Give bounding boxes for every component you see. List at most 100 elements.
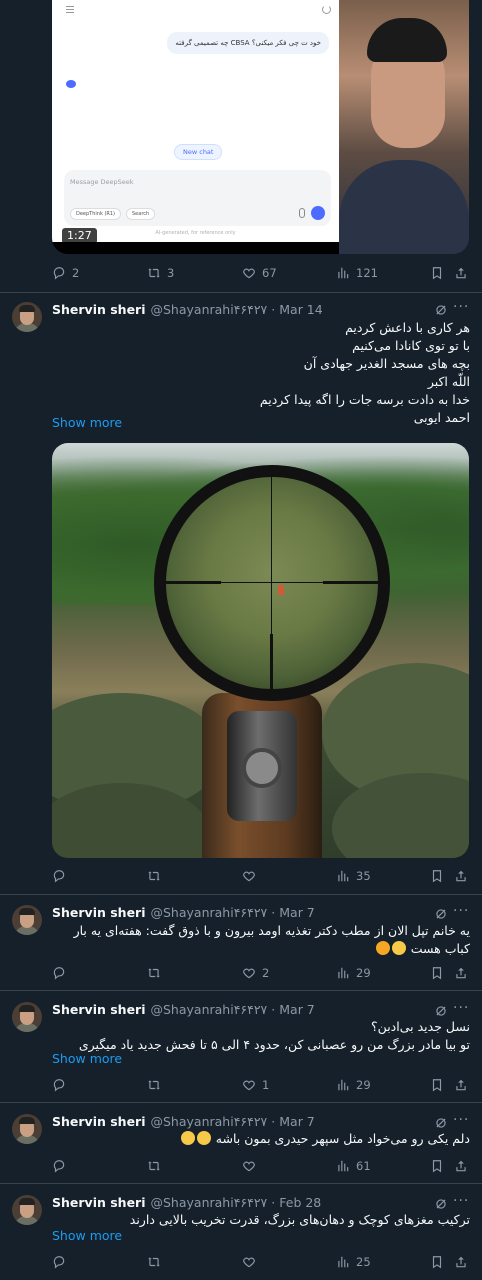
author-name[interactable]: Shervin sheri [52,1002,146,1017]
reply-icon [52,1159,66,1173]
tweet-date[interactable]: Feb 28 [279,1195,321,1210]
more-icon[interactable]: ··· [453,904,471,920]
author-name[interactable]: Shervin sheri [52,1195,146,1210]
author-name[interactable]: Shervin sheri [52,302,146,317]
divider [0,990,482,991]
like-button[interactable]: 2 [242,963,269,983]
share-button[interactable] [454,1252,468,1272]
share-button[interactable] [454,1075,468,1095]
views-button[interactable]: 121 [336,263,378,283]
views-button[interactable]: 29 [336,963,371,983]
views-icon [336,1078,350,1092]
grok-icon[interactable] [434,1003,448,1017]
retweet-count: 3 [167,266,175,280]
bookmark-icon [430,1159,444,1173]
like-button[interactable]: 67 [242,263,277,283]
share-icon [454,966,468,980]
reply-button[interactable]: 2 [52,263,79,283]
deepthink-chip: DeepThink (R1) [70,208,121,220]
views-icon [336,869,350,883]
show-more-link[interactable]: Show more [52,1051,122,1066]
like-count: 67 [262,266,277,280]
separator-dot: · [271,301,276,317]
like-button[interactable] [242,1252,262,1272]
views-count: 35 [356,869,371,883]
tweet-actions: 2 29 [52,963,472,983]
separator-dot: · [271,1194,276,1210]
views-button[interactable]: 35 [336,866,371,886]
more-icon[interactable]: ··· [453,1113,471,1129]
avatar[interactable] [12,302,42,332]
grok-icon[interactable] [434,1115,448,1129]
bookmark-icon [430,869,444,883]
author-handle[interactable]: @Shayanrahi۴۶۴۲۷ [151,905,268,920]
bookmark-button[interactable] [430,263,444,283]
share-button[interactable] [454,963,468,983]
divider [0,1183,482,1184]
author-handle[interactable]: @Shayanrahi۴۶۴۲۷ [151,1002,268,1017]
video-media[interactable]: خود ت چی فکر میکنی؟ CBSA چه تصمیمی گرفته… [52,0,469,254]
tweet-actions: 35 [52,866,472,886]
views-count: 61 [356,1159,371,1173]
author-handle[interactable]: @Shayanrahi۴۶۴۲۷ [151,1195,268,1210]
show-more-link[interactable]: Show more [52,415,122,430]
deepseek-screenshot: خود ت چی فکر میکنی؟ CBSA چه تصمیمی گرفته… [52,0,339,242]
retweet-button[interactable] [147,1156,167,1176]
tweet-date[interactable]: Mar 7 [279,1114,315,1129]
attach-icon [299,208,305,218]
author-name[interactable]: Shervin sheri [52,1114,146,1129]
reply-button[interactable] [52,1156,72,1176]
divider [0,292,482,293]
reply-button[interactable] [52,1252,72,1272]
tweet-date[interactable]: Mar 14 [279,302,322,317]
reply-button[interactable] [52,1075,72,1095]
retweet-button[interactable] [147,1252,167,1272]
bookmark-button[interactable] [430,1252,444,1272]
author-handle[interactable]: @Shayanrahi۴۶۴۲۷ [151,1114,268,1129]
author-handle[interactable]: @Shayanrahi۴۶۴۲۷ [151,302,268,317]
avatar[interactable] [12,1195,42,1225]
like-button[interactable] [242,866,262,886]
tweet-text: نسل جدید بی‌ادبن؟ تو بیا مادر بزرگ من رو… [78,1019,470,1052]
bookmark-button[interactable] [430,1156,444,1176]
share-button[interactable] [454,866,468,886]
grok-icon[interactable] [434,302,448,316]
rifle-scope-image[interactable] [52,443,469,858]
more-icon[interactable]: ··· [453,1194,471,1210]
avatar[interactable] [12,1002,42,1032]
views-button[interactable]: 61 [336,1156,371,1176]
retweet-button[interactable] [147,963,167,983]
views-button[interactable]: 25 [336,1252,371,1272]
author-name[interactable]: Shervin sheri [52,905,146,920]
heart-eyes-emoji-icon [375,941,390,955]
reply-button[interactable] [52,963,72,983]
views-button[interactable]: 29 [336,1075,371,1095]
reply-icon [52,966,66,980]
deepseek-logo-icon [66,80,76,88]
avatar[interactable] [12,1114,42,1144]
bookmark-button[interactable] [430,963,444,983]
like-button[interactable] [242,1156,262,1176]
reply-button[interactable] [52,866,72,886]
avatar[interactable] [12,905,42,935]
more-icon[interactable]: ··· [453,1001,471,1017]
bookmark-button[interactable] [430,1075,444,1095]
tweet-text: یه خانم تپل الان از مطب دکتر تغذیه اومد … [52,922,470,958]
retweet-button[interactable] [147,1075,167,1095]
tweet-date[interactable]: Mar 7 [279,905,315,920]
share-button[interactable] [454,263,468,283]
reply-icon [52,266,66,280]
like-button[interactable]: 1 [242,1075,269,1095]
separator-dot: · [271,1113,276,1129]
tweet-date[interactable]: Mar 7 [279,1002,315,1017]
like-icon [242,266,256,280]
bookmark-button[interactable] [430,866,444,886]
retweet-button[interactable]: 3 [147,263,174,283]
share-button[interactable] [454,1156,468,1176]
grok-icon[interactable] [434,1196,448,1210]
show-more-link[interactable]: Show more [52,1228,122,1243]
grok-icon[interactable] [434,906,448,920]
more-icon[interactable]: ··· [453,300,471,316]
retweet-button[interactable] [147,866,167,886]
tweet-text-content: دلم یکی رو می‌خواد مثل سپهر حیدری بمون ب… [215,1131,470,1146]
